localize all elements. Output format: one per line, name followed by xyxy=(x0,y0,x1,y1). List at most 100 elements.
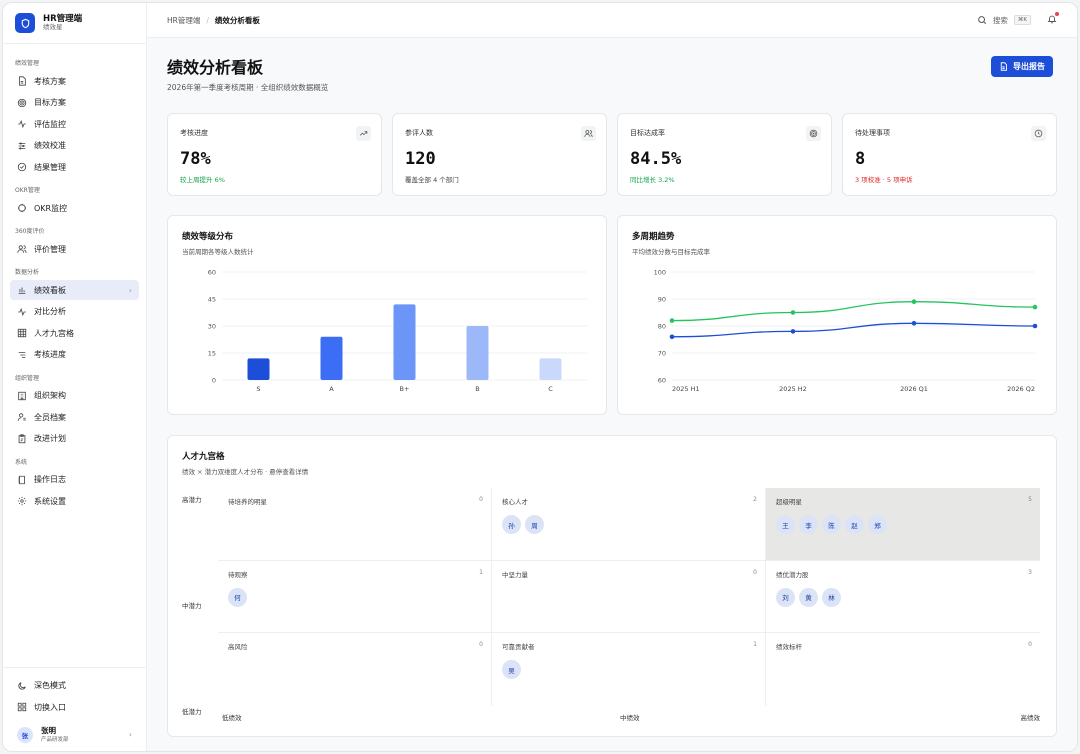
search-icon xyxy=(978,16,986,25)
stat-label: 目标达成率 xyxy=(630,129,665,137)
person-chip[interactable]: 周 xyxy=(525,515,544,534)
sliders-icon xyxy=(17,141,27,151)
export-report-button[interactable]: 导出报告 xyxy=(991,56,1053,77)
user-profile[interactable]: 张 张明 产品研发部 › xyxy=(10,719,139,743)
sidebar: HR管理端 绩效星 绩效管理 考核方案 目标方案 评估监控 绩效校准 结果管理 OKR管理 O… xyxy=(3,3,147,751)
sidebar-item[interactable]: 绩效校准 xyxy=(10,136,139,156)
app-window: HR管理端 绩效星 绩效管理 考核方案 目标方案 评估监控 绩效校准 结果管理 OKR管理 O… xyxy=(2,2,1078,752)
ninebox-cell[interactable]: 高风险 0 xyxy=(218,633,492,706)
list-icon xyxy=(17,350,27,360)
talent-ninebox-card: 人才九宫格 绩效 × 潜力双维度人才分布 · 悬停查看详情 高潜力 中潜力 低潜… xyxy=(167,435,1057,737)
document-icon xyxy=(17,76,27,86)
person-chip[interactable]: 黄 xyxy=(799,587,818,607)
switch-entry-button[interactable]: 切换入口 xyxy=(10,697,139,717)
data-point xyxy=(911,299,917,304)
y-label-low: 低潜力 xyxy=(182,708,202,716)
sidebar-footer: 深色模式 切换入口 张 张明 产品研发部 › xyxy=(3,666,146,751)
shield-icon xyxy=(15,13,35,33)
person-chip[interactable]: 李 xyxy=(799,515,818,534)
building-icon xyxy=(17,391,27,401)
dark-mode-toggle[interactable]: 深色模式 xyxy=(10,676,139,696)
cell-count: 2 xyxy=(753,496,757,503)
person-chip[interactable]: 赵 xyxy=(845,515,864,534)
ninebox-cell[interactable]: 待培养的明星 0 xyxy=(218,488,492,561)
sidebar-item-label: OKR监控 xyxy=(34,203,68,213)
brand: HR管理端 绩效星 xyxy=(3,3,146,44)
sidebar-item-label: 操作日志 xyxy=(34,475,66,484)
stats-row: 考核进度 78% 较上周提升 6% 参评人数 120 覆盖全部 4 个部门 目标达成率 84.… xyxy=(167,113,1057,196)
y-tick-label: 60 xyxy=(208,269,216,277)
line-chart-title: 多周期趋势 xyxy=(632,232,675,242)
ninebox-cell[interactable]: 绩优潜力股 3 刘黄林 xyxy=(766,561,1040,634)
sidebar-item[interactable]: 目标方案 xyxy=(10,93,139,113)
person-chip[interactable]: 陈 xyxy=(822,515,841,534)
person-chip[interactable]: 王 xyxy=(776,515,795,534)
apps-icon xyxy=(17,703,27,712)
person-chip[interactable]: 吴 xyxy=(502,660,521,680)
sidebar-item[interactable]: 评价管理 xyxy=(10,239,139,259)
bar-chart-title: 绩效等级分布 xyxy=(182,232,234,242)
sidebar-item[interactable]: 组织架构 xyxy=(10,386,139,406)
search-button[interactable]: 搜索 ⌘K xyxy=(977,12,1059,26)
target-icon xyxy=(17,98,27,108)
stat-card: 参评人数 120 覆盖全部 4 个部门 xyxy=(392,113,607,196)
ninebox-cell[interactable]: 待观察 1 何 xyxy=(218,560,492,634)
brand-sub: 绩效星 xyxy=(43,23,63,32)
sidebar-item-label: 绩效看板 xyxy=(34,285,66,295)
sidebar-item[interactable]: 结果管理 xyxy=(10,157,139,177)
sidebar-item[interactable]: 全员档案 xyxy=(10,407,139,427)
sidebar-item[interactable]: 系统设置 xyxy=(10,491,139,511)
sidebar-nav: 绩效管理 考核方案 目标方案 评估监控 绩效校准 结果管理 OKR管理 OKR监控 360度评价… xyxy=(3,44,146,667)
x-tick-label: B xyxy=(475,385,479,393)
breadcrumb-root[interactable]: HR管理端 xyxy=(167,15,200,26)
target-icon xyxy=(806,126,821,141)
stat-note: 3 项校准 · 5 项申诉 xyxy=(855,176,913,184)
x-tick-label: 2026 Q2 xyxy=(1007,385,1035,393)
sidebar-item[interactable]: 操作日志 xyxy=(10,470,139,490)
person-chip[interactable]: 林 xyxy=(822,587,841,607)
sidebar-item[interactable]: 绩效看板 › xyxy=(10,280,139,300)
ninebox-cell[interactable]: 绩效标杆 0 xyxy=(766,633,1040,706)
chevron-right-icon: › xyxy=(128,285,132,295)
person-chips: 刘黄林 xyxy=(776,587,1030,607)
ninebox-cell[interactable]: 可靠贡献者 1 吴 xyxy=(492,633,766,706)
sidebar-item[interactable]: OKR监控 xyxy=(10,198,139,218)
data-point xyxy=(790,329,796,334)
sidebar-item[interactable]: 考核方案 xyxy=(10,71,139,91)
y-tick-label: 15 xyxy=(208,350,216,358)
sidebar-item[interactable]: 改进计划 xyxy=(10,429,139,449)
ninebox-cell[interactable]: 核心人才 2 孙周 xyxy=(492,488,766,561)
stat-note: 覆盖全部 4 个部门 xyxy=(405,176,459,184)
nav-group-title: 系统 xyxy=(15,458,28,466)
sidebar-item-label: 评价管理 xyxy=(34,244,66,254)
notification-button[interactable] xyxy=(1047,12,1059,26)
person-chip[interactable]: 孙 xyxy=(502,515,521,534)
user-file-icon xyxy=(17,412,27,422)
cell-label: 中坚力量 xyxy=(502,570,528,579)
y-tick-label: 45 xyxy=(208,296,216,304)
x-tick-label: C xyxy=(548,385,553,393)
bar xyxy=(320,336,343,380)
y-tick-label: 80 xyxy=(658,323,666,331)
chevron-right-icon: › xyxy=(128,730,132,740)
cell-count: 0 xyxy=(753,568,757,576)
person-chip[interactable]: 郑 xyxy=(868,515,887,534)
stat-note: 同比增长 3.2% xyxy=(630,176,675,184)
clock-icon xyxy=(1031,126,1046,141)
notification-dot xyxy=(1055,12,1059,16)
data-point xyxy=(1032,323,1038,329)
ninebox-cell[interactable]: 中坚力量 0 xyxy=(492,560,766,634)
user-dept: 产品研发部 xyxy=(41,737,69,743)
sidebar-item[interactable]: 评估监控 xyxy=(10,114,139,134)
sidebar-item[interactable]: 对比分析 xyxy=(10,302,139,322)
file-icon xyxy=(1000,62,1007,71)
sidebar-item[interactable]: 考核进度 xyxy=(10,345,139,365)
stat-value: 120 xyxy=(405,149,436,169)
person-chip[interactable]: 何 xyxy=(228,587,247,607)
cell-label: 绩优潜力股 xyxy=(776,570,809,579)
person-chip[interactable]: 刘 xyxy=(776,587,795,607)
moon-icon xyxy=(18,682,26,690)
ninebox-cell[interactable]: 超级明星 5 王李陈赵郑 xyxy=(766,488,1040,561)
data-point xyxy=(669,318,675,323)
sidebar-item[interactable]: 人才九宫格 xyxy=(10,323,139,343)
